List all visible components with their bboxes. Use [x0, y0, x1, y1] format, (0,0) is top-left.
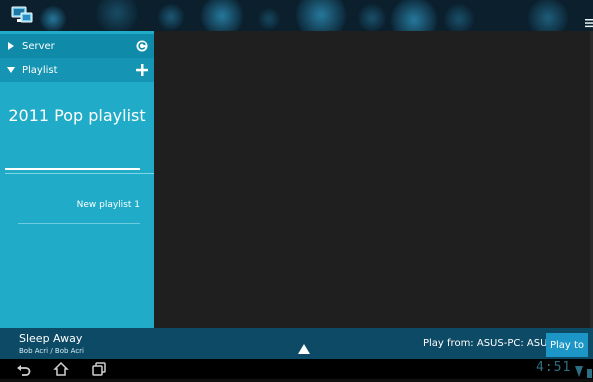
- system-bar: [0, 359, 593, 379]
- overflow-menu-icon[interactable]: [585, 13, 593, 28]
- sidebar-divider: [5, 173, 154, 174]
- featured-playlist-title: 2011 Pop playlist: [8, 105, 146, 125]
- play-from-label: Play from: ASUS-PC: ASUS:: [423, 338, 558, 349]
- top-banner: [0, 0, 593, 31]
- item-divider: [18, 223, 140, 224]
- media-server-icon[interactable]: [11, 6, 33, 25]
- recent-apps-icon[interactable]: [91, 361, 107, 377]
- playlist-item-label: New playlist 1: [76, 200, 140, 210]
- clock: 4:51: [536, 360, 572, 375]
- playlist-item[interactable]: New playlist 1: [18, 194, 140, 216]
- featured-playlist[interactable]: 2011 Pop playlist: [0, 87, 154, 143]
- server-section-row[interactable]: Server: [0, 34, 154, 58]
- status-icons: [575, 363, 593, 378]
- play-to-button[interactable]: Play to: [546, 333, 588, 357]
- sidebar: Server Playlist 2011 Pop playlist New pl…: [0, 31, 154, 328]
- add-icon[interactable]: [130, 58, 154, 82]
- featured-underline: [5, 168, 140, 170]
- expand-up-icon[interactable]: [298, 339, 310, 354]
- now-playing-artist: Bob Acri / Bob Acri: [19, 347, 84, 355]
- now-playing-title[interactable]: Sleep Away: [19, 332, 82, 345]
- home-icon[interactable]: [53, 361, 69, 377]
- refresh-icon[interactable]: [130, 34, 154, 58]
- playlist-label: Playlist: [22, 64, 58, 76]
- back-icon[interactable]: [16, 361, 32, 377]
- content-area: [154, 31, 593, 328]
- playlist-section-row[interactable]: Playlist: [0, 58, 154, 82]
- chevron-right-icon: [0, 42, 22, 50]
- chevron-down-icon: [0, 67, 22, 73]
- server-label: Server: [22, 40, 55, 52]
